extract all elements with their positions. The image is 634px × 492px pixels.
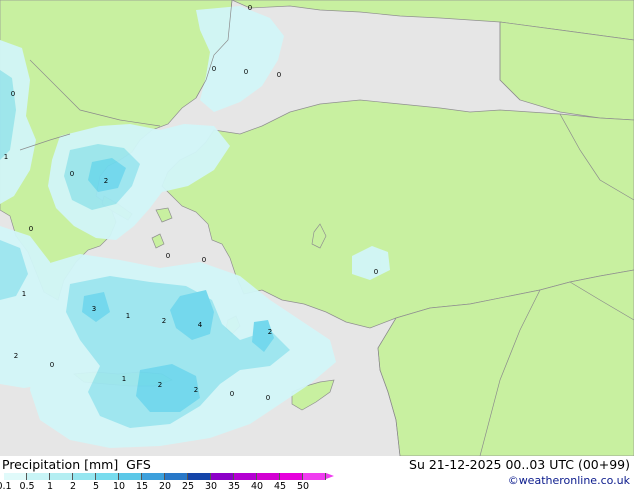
legend-tick-label: 40 bbox=[250, 481, 264, 492]
legend-tick-label: 5 bbox=[92, 481, 100, 492]
map-value: 0 bbox=[212, 65, 216, 73]
legend-tick-label: 0.5 bbox=[19, 481, 35, 492]
legend-swatch bbox=[142, 473, 165, 480]
legend-tick-label: 2 bbox=[69, 481, 77, 492]
map-value: 0 bbox=[244, 68, 248, 76]
map-footer: Precipitation [mm] GFS Su 21-12-2025 00.… bbox=[0, 456, 634, 492]
map-value: 0 bbox=[374, 268, 378, 276]
site-credit[interactable]: ©weatheronline.co.uk bbox=[508, 474, 630, 487]
legend-swatch bbox=[4, 473, 27, 480]
map-value: 0 bbox=[277, 71, 281, 79]
map-value: 0 bbox=[166, 252, 170, 260]
map-value: 2 bbox=[268, 328, 272, 336]
map-value: 1 bbox=[4, 153, 8, 161]
legend-tick-label: 0.1 bbox=[0, 481, 12, 492]
map-value: 0 bbox=[11, 90, 15, 98]
precip-color-legend: 0.10.5125101520253035404550 bbox=[0, 473, 334, 492]
forecast-map-frame: 0 0 0 0 0 1 0 2 0 1 3 1 2 4 2 0 0 0 2 0 … bbox=[0, 0, 634, 492]
legend-swatch bbox=[119, 473, 142, 480]
legend-tick-label: 30 bbox=[204, 481, 218, 492]
map-value: 1 bbox=[22, 290, 26, 298]
map-value: 2 bbox=[194, 386, 198, 394]
map-value: 1 bbox=[126, 312, 130, 320]
map-value: 4 bbox=[198, 321, 203, 329]
forecast-datetime: Su 21-12-2025 00..03 UTC (00+99) bbox=[409, 457, 630, 472]
legend-tick-label: 50 bbox=[296, 481, 310, 492]
legend-tick-label: 35 bbox=[227, 481, 241, 492]
map-value: 2 bbox=[14, 352, 18, 360]
map-value: 0 bbox=[70, 170, 74, 178]
legend-swatch bbox=[234, 473, 257, 480]
legend-swatch bbox=[27, 473, 50, 480]
legend-swatch bbox=[303, 473, 326, 480]
legend-tick-label: 15 bbox=[135, 481, 149, 492]
legend-swatch bbox=[188, 473, 211, 480]
legend-tick-label: 10 bbox=[112, 481, 126, 492]
legend-swatch bbox=[96, 473, 119, 480]
map-title: Precipitation [mm] GFS bbox=[2, 457, 151, 472]
map-value: 0 bbox=[29, 225, 33, 233]
legend-tick-label: 1 bbox=[46, 481, 54, 492]
legend-swatch bbox=[280, 473, 303, 480]
legend-swatch bbox=[50, 473, 73, 480]
map-value: 0 bbox=[266, 394, 270, 402]
legend-swatch bbox=[257, 473, 280, 480]
legend-swatch bbox=[211, 473, 234, 480]
precipitation-map: 0 0 0 0 0 1 0 2 0 1 3 1 2 4 2 0 0 0 2 0 … bbox=[0, 0, 634, 456]
map-value: 2 bbox=[104, 177, 108, 185]
legend-tick-label: 25 bbox=[181, 481, 195, 492]
map-value: 2 bbox=[162, 317, 166, 325]
legend-arrow-icon bbox=[326, 473, 334, 479]
map-value: 0 bbox=[248, 4, 252, 12]
legend-tick-label: 20 bbox=[158, 481, 172, 492]
map-value: 3 bbox=[92, 305, 96, 313]
map-value: 1 bbox=[122, 375, 126, 383]
legend-swatch bbox=[165, 473, 188, 480]
map-value: 2 bbox=[158, 381, 162, 389]
legend-tick-label: 45 bbox=[273, 481, 287, 492]
map-value: 0 bbox=[230, 390, 234, 398]
legend-swatch bbox=[73, 473, 96, 480]
map-value: 0 bbox=[50, 361, 54, 369]
map-value: 0 bbox=[202, 256, 206, 264]
